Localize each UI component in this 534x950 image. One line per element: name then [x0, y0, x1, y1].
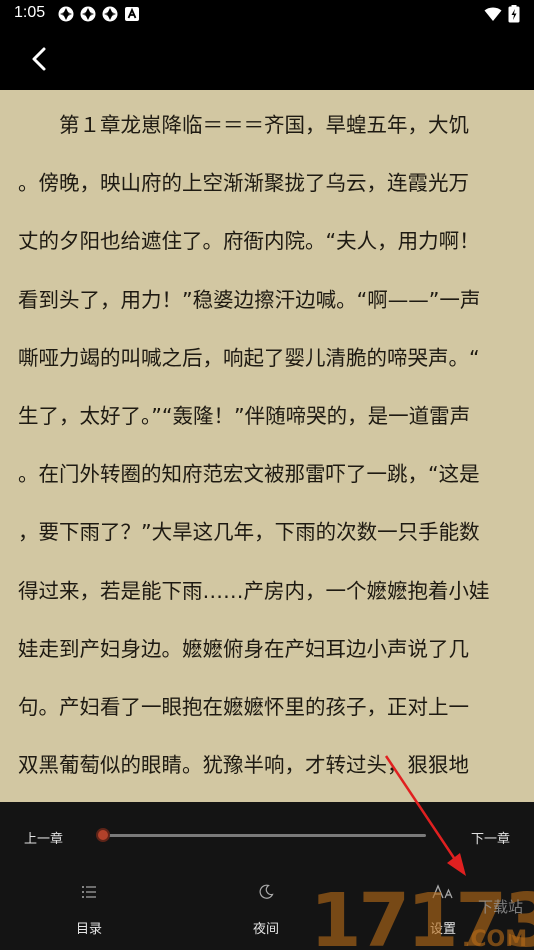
- reading-content[interactable]: 第１章龙崽降临＝＝＝齐国，旱蝗五年，大饥 。傍晚，映山府的上空渐渐聚拢了乌云，连霞…: [0, 90, 534, 802]
- night-mode-label: 夜间: [252, 922, 279, 937]
- reader-control-panel: 上一章 下一章 目录 夜间 设置: [0, 802, 534, 950]
- chevron-left-icon: [32, 47, 46, 71]
- reader-text-line: ，要下雨了？”大旱这几年，下雨的次数一只手能数: [18, 520, 480, 545]
- reader-text-line: 嘶哑力竭的叫喊之后，响起了婴儿清脆的啼哭声。“: [18, 345, 480, 370]
- app-notification-icon: [58, 6, 74, 22]
- list-icon: [82, 886, 96, 898]
- system-icons: [484, 5, 520, 23]
- text-notification-icon: [125, 7, 139, 21]
- back-button[interactable]: [22, 42, 56, 76]
- reader-text-line: 第１章龙崽降临＝＝＝齐国，旱蝗五年，大饥: [18, 113, 469, 137]
- settings-button[interactable]: 设置: [393, 880, 493, 942]
- reader-text-line: 看到头了，用力！”稳婆边擦汗边喊。“啊——”一声: [18, 287, 481, 312]
- reader-text-line: 句。产妇看了一眼抱在嬷嬷怀里的孩子，正对上一: [18, 695, 469, 719]
- reader-text-line: 娃走到产妇身边。嬷嬷俯身在产妇耳边小声说了几: [18, 636, 469, 661]
- chapter-progress-slider[interactable]: [96, 828, 426, 842]
- catalog-label: 目录: [75, 922, 102, 937]
- reader-text-line: 生了，太好了。”“轰隆！”伴随啼哭的，是一道雷声: [18, 404, 471, 428]
- status-bar: 1:05: [0, 0, 534, 28]
- reader-text-line: 丈的夕阳也给遮住了。府衙内院。“夫人，用力啊！: [18, 229, 480, 254]
- top-navigation-bar: [0, 28, 534, 90]
- app-notification-icon: [80, 6, 96, 22]
- catalog-button[interactable]: 目录: [39, 880, 139, 942]
- notification-icons: [58, 6, 140, 22]
- battery-icon: [508, 5, 520, 23]
- font-aa-icon: [432, 884, 453, 899]
- moon-icon: [259, 884, 274, 899]
- night-mode-button[interactable]: 夜间: [216, 880, 316, 942]
- reader-text-line: 得过来，若是能下雨……产房内，一个嬷嬷抱着小娃: [18, 578, 490, 603]
- previous-chapter-button[interactable]: 上一章: [24, 828, 63, 847]
- reader-text-line: 。在门外转圈的知府范宏文被那雷吓了一跳，“这是: [18, 462, 480, 487]
- settings-label: 设置: [429, 922, 456, 937]
- wifi-icon: [484, 7, 502, 21]
- progress-thumb[interactable]: [96, 828, 111, 842]
- reader-text-line: 双黑葡萄似的眼睛。犹豫半响，才转过头，狠狠地: [18, 753, 469, 778]
- reader-text-line: 。傍晚，映山府的上空渐渐聚拢了乌云，连霞光万: [18, 171, 469, 196]
- next-chapter-button[interactable]: 下一章: [471, 828, 510, 847]
- status-time: 1:05: [14, 4, 46, 21]
- app-notification-icon: [102, 6, 118, 22]
